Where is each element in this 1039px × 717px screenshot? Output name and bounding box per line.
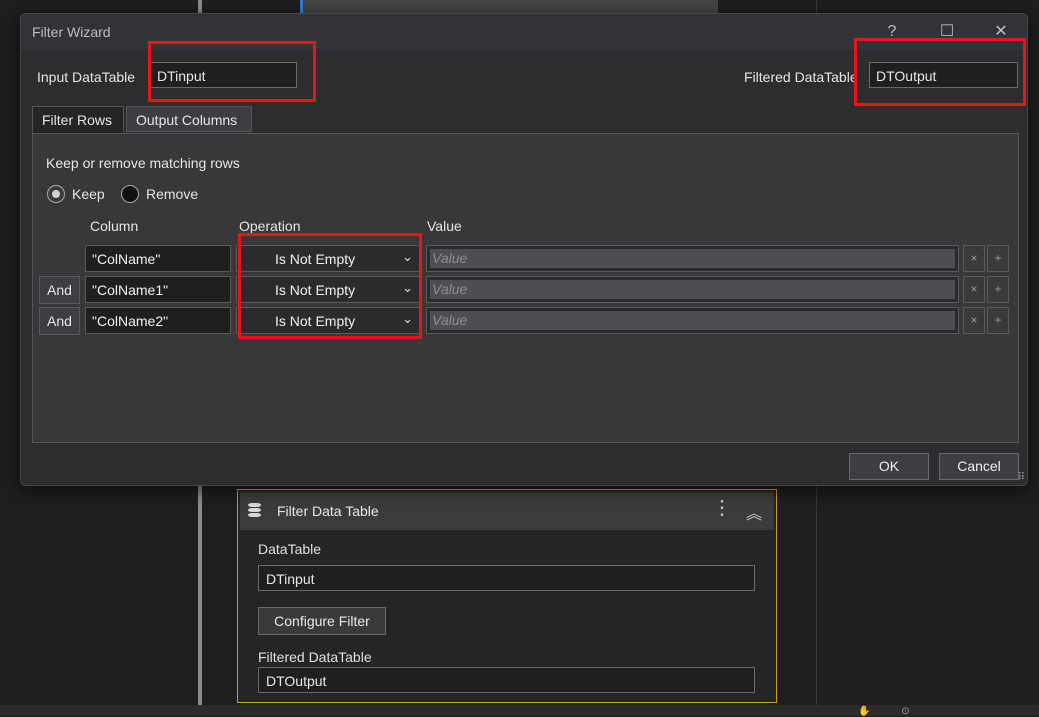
value-field[interactable]: Value	[426, 307, 959, 334]
filtered-datatable-label: Filtered DataTable	[744, 69, 858, 85]
operation-select[interactable]: Is Not Empty ⌄	[236, 307, 422, 334]
filtered-datatable-field[interactable]: DTOutput	[258, 667, 755, 693]
input-datatable-label: Input DataTable	[37, 69, 136, 85]
configure-filter-button[interactable]: Configure Filter	[258, 607, 386, 635]
remove-row-button[interactable]: ×	[963, 245, 985, 272]
dialog-titlebar[interactable]: Filter Wizard ? ☐ ✕	[21, 14, 1027, 50]
operation-value: Is Not Empty	[275, 251, 356, 267]
status-icons: ✋ ⊙	[858, 706, 924, 717]
column-field[interactable]: "ColName2"	[85, 307, 231, 334]
value-field[interactable]: Value	[426, 276, 959, 303]
help-icon[interactable]: ?	[879, 20, 905, 44]
and-operator-button[interactable]: And	[39, 276, 80, 304]
filter-wizard-dialog: Filter Wizard ? ☐ ✕ Input DataTable DTin…	[20, 13, 1028, 486]
add-row-button[interactable]: +	[987, 276, 1009, 303]
chevron-down-icon: ⌄	[402, 280, 413, 295]
keep-radio-label[interactable]: Keep	[72, 186, 105, 202]
resize-grip-icon[interactable]: ⠿	[1018, 472, 1025, 483]
activity-title: Filter Data Table	[277, 503, 379, 519]
maximize-icon[interactable]: ☐	[934, 20, 960, 44]
operation-value: Is Not Empty	[275, 313, 356, 329]
more-options-icon[interactable]: ⋮	[712, 498, 732, 518]
column-header: Column	[90, 218, 139, 234]
value-placeholder: Value	[430, 249, 955, 268]
filter-row: "ColName" Is Not Empty ⌄ Value × +	[39, 245, 1013, 273]
column-field[interactable]: "ColName"	[85, 245, 231, 272]
designer-previous-activity	[300, 0, 718, 14]
remove-row-button[interactable]: ×	[963, 276, 985, 303]
value-header: Value	[427, 218, 462, 234]
remove-row-button[interactable]: ×	[963, 307, 985, 334]
database-icon	[248, 503, 261, 519]
and-operator-button[interactable]: And	[39, 307, 80, 335]
close-icon[interactable]: ✕	[988, 20, 1014, 44]
column-field[interactable]: "ColName1"	[85, 276, 231, 303]
operation-value: Is Not Empty	[275, 282, 356, 298]
ok-button[interactable]: OK	[849, 453, 929, 480]
filtered-datatable-field[interactable]: DTOutput	[869, 62, 1018, 88]
tab-output-columns[interactable]: Output Columns	[126, 106, 252, 132]
dialog-title: Filter Wizard	[32, 24, 111, 40]
chevron-down-icon: ⌄	[402, 311, 413, 326]
collapse-icon[interactable]: ︽	[746, 500, 762, 524]
filter-row: And "ColName1" Is Not Empty ⌄ Value × +	[39, 276, 1013, 304]
filtered-datatable-label: Filtered DataTable	[258, 649, 372, 665]
operation-select[interactable]: Is Not Empty ⌄	[236, 245, 422, 272]
remove-radio[interactable]	[121, 185, 139, 203]
add-row-button[interactable]: +	[987, 307, 1009, 334]
keep-radio[interactable]	[47, 185, 65, 203]
keep-remove-label: Keep or remove matching rows	[46, 155, 240, 171]
add-row-button[interactable]: +	[987, 245, 1009, 272]
filter-data-table-activity[interactable]: Filter Data Table ⋮ ︽ DataTable DTinput …	[237, 489, 777, 703]
remove-radio-label[interactable]: Remove	[146, 186, 198, 202]
tab-filter-rows[interactable]: Filter Rows	[32, 106, 124, 134]
activity-header[interactable]: Filter Data Table ⋮ ︽	[240, 492, 774, 530]
filter-rows-panel: Keep or remove matching rows Keep Remove…	[32, 133, 1019, 443]
chevron-down-icon: ⌄	[402, 249, 413, 264]
value-placeholder: Value	[430, 280, 955, 299]
datatable-field[interactable]: DTinput	[258, 565, 755, 591]
input-datatable-field[interactable]: DTinput	[150, 62, 297, 88]
cancel-button[interactable]: Cancel	[939, 453, 1019, 480]
datatable-label: DataTable	[258, 541, 322, 557]
status-bar: ✋ ⊙	[0, 705, 1039, 717]
filter-row: And "ColName2" Is Not Empty ⌄ Value × +	[39, 307, 1013, 335]
operation-header: Operation	[239, 218, 301, 234]
value-placeholder: Value	[430, 311, 955, 330]
value-field[interactable]: Value	[426, 245, 959, 272]
operation-select[interactable]: Is Not Empty ⌄	[236, 276, 422, 303]
